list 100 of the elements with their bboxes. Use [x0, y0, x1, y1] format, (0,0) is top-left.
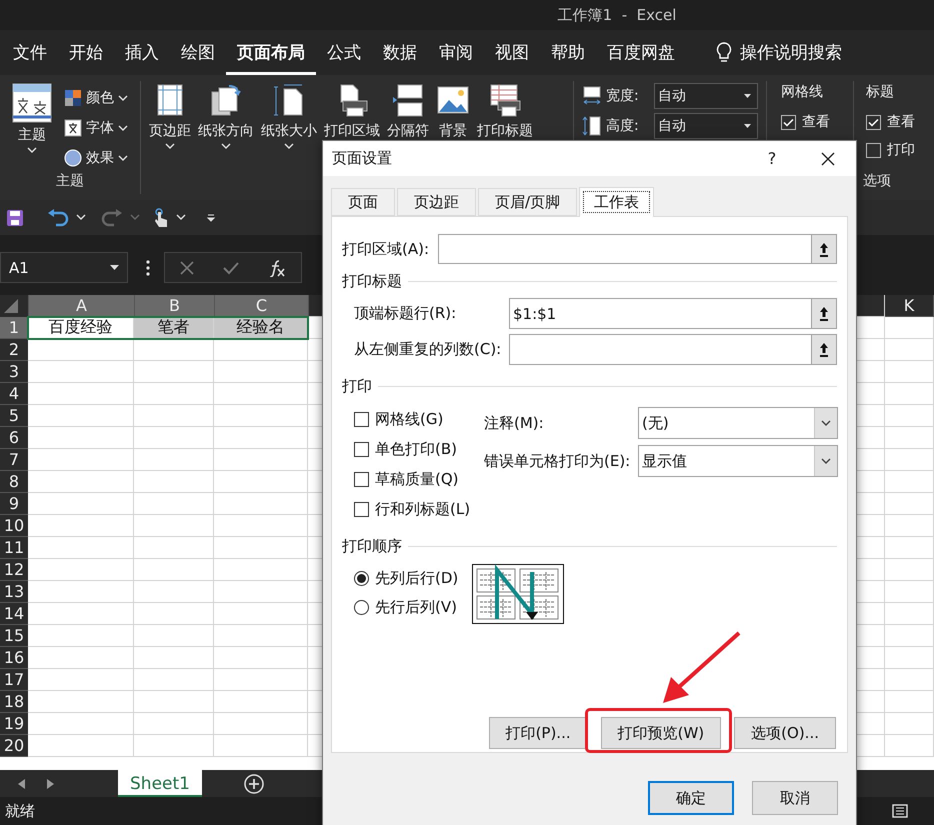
dialog-button[interactable]: 确定 [648, 781, 734, 815]
dialog-button[interactable]: 打印预览(W) [600, 717, 722, 749]
range-field[interactable]: $1:$1 [509, 298, 811, 329]
normal-view-icon[interactable] [892, 804, 908, 818]
height-arrows-icon [582, 115, 602, 137]
scale-dropdown[interactable]: 自动 [654, 113, 758, 139]
dialog-button[interactable]: 打印(P)... [488, 717, 588, 749]
dropdown[interactable]: 显示值 [638, 445, 838, 477]
column-header[interactable]: K [885, 295, 934, 317]
save-icon[interactable] [6, 208, 24, 226]
select-all-corner[interactable] [0, 295, 29, 317]
row-header[interactable]: 8 [0, 471, 28, 493]
row-header[interactable]: 6 [0, 427, 28, 449]
checkbox[interactable] [781, 114, 796, 130]
row-header[interactable]: 9 [0, 493, 28, 515]
name-box[interactable]: A1 [0, 252, 128, 283]
effects-circle-icon [64, 149, 82, 167]
function-icon[interactable] [268, 258, 286, 276]
dialog-tab[interactable]: 页眉/页脚 [478, 188, 578, 216]
column-header[interactable]: A [29, 295, 135, 317]
checkbox[interactable] [866, 114, 881, 130]
row-header[interactable]: 7 [0, 449, 28, 471]
row-header[interactable]: 19 [0, 713, 28, 735]
next-sheet-icon[interactable] [46, 778, 54, 788]
ribbon-tab[interactable]: 视图 [484, 30, 540, 75]
collapse-button[interactable] [811, 334, 837, 365]
ribbon-tab[interactable]: 开始 [58, 30, 114, 75]
section-title: 打印 [342, 376, 372, 396]
checkbox-label: 网格线(G) [375, 410, 444, 428]
dialog-button[interactable]: 选项(O)... [734, 717, 836, 749]
row-header[interactable]: 11 [0, 537, 28, 559]
collapse-button[interactable] [811, 298, 837, 329]
checkbox[interactable] [354, 442, 369, 456]
range-field[interactable] [438, 234, 811, 264]
row-header[interactable]: 1 [0, 317, 28, 339]
dropdown[interactable]: (无) [638, 407, 838, 439]
group-label: 主题 [56, 172, 84, 191]
row-header[interactable]: 14 [0, 603, 28, 625]
theme-option-button[interactable]: 颜色 [62, 85, 130, 111]
checkbox[interactable] [354, 412, 369, 426]
touch-hand-icon[interactable] [152, 208, 170, 228]
row-header[interactable]: 18 [0, 691, 28, 713]
row-header[interactable]: 12 [0, 559, 28, 581]
themes-button[interactable]: 主题 [10, 81, 54, 172]
theme-option-button[interactable]: 效果 [62, 145, 130, 171]
ribbon-button[interactable]: 页边距 [147, 81, 193, 194]
chevron-icon [118, 154, 128, 162]
ribbon-tab[interactable]: 公式 [316, 30, 372, 75]
row-header[interactable]: 13 [0, 581, 28, 603]
ribbon-tab[interactable]: 文件 [2, 30, 58, 75]
column-header[interactable]: B [135, 295, 215, 317]
add-sheet-icon[interactable] [244, 774, 264, 794]
row-header[interactable]: 5 [0, 405, 28, 427]
checkbox[interactable] [866, 142, 881, 158]
search-label[interactable]: 操作说明搜索 [740, 41, 842, 64]
radio-button[interactable] [354, 570, 369, 586]
row-header[interactable]: 3 [0, 361, 28, 383]
ribbon-tab[interactable]: 百度网盘 [596, 30, 686, 75]
ribbon-tab[interactable]: 数据 [372, 30, 428, 75]
chevron-icon [27, 147, 37, 154]
dialog-tab[interactable]: 工作表 [579, 187, 654, 217]
help-button[interactable]: ? [744, 149, 800, 168]
checkbox[interactable] [354, 472, 369, 486]
ribbon-tab[interactable]: 插入 [114, 30, 170, 75]
range-field[interactable] [509, 334, 811, 365]
undo-icon[interactable] [46, 208, 70, 226]
previous-sheet-icon[interactable] [18, 778, 26, 788]
ribbon-tab[interactable]: 绘图 [170, 30, 226, 75]
redo-icon[interactable] [100, 208, 124, 226]
ribbon-button[interactable]: 纸张大小 [259, 81, 319, 194]
dialog-tab[interactable]: 页面 [331, 188, 395, 216]
check-icon[interactable] [222, 260, 239, 274]
row-header[interactable]: 16 [0, 647, 28, 669]
row-header[interactable]: 17 [0, 669, 28, 691]
ribbon-button[interactable]: 纸张方向 [196, 81, 256, 194]
column-header[interactable]: C [215, 295, 309, 317]
row-header[interactable]: 4 [0, 383, 28, 405]
row-header[interactable]: 15 [0, 625, 28, 647]
ribbon-tab[interactable]: 页面布局 [226, 30, 316, 75]
width-arrows-icon [582, 85, 602, 107]
cancel-icon[interactable] [180, 260, 194, 274]
field-label: 从左侧重复的列数(C): [354, 340, 502, 359]
collapse-button[interactable] [811, 234, 837, 264]
theme-option-button[interactable]: 字体 [62, 115, 130, 141]
checkbox[interactable] [354, 502, 369, 516]
dialog-button[interactable]: 取消 [752, 781, 838, 815]
customize-icon[interactable] [206, 212, 216, 222]
row-header[interactable]: 20 [0, 735, 28, 757]
up-arrow-icon [819, 306, 829, 321]
ribbon-tab[interactable]: 审阅 [428, 30, 484, 75]
color-squares-icon [64, 89, 82, 107]
sheet-tab[interactable]: Sheet1 [118, 770, 202, 797]
scale-dropdown[interactable]: 自动 [654, 83, 758, 109]
status-text: 就绪 [5, 802, 35, 820]
ribbon-tab[interactable]: 帮助 [540, 30, 596, 75]
radio-button[interactable] [354, 600, 369, 614]
row-header[interactable]: 2 [0, 339, 28, 361]
table-cell: 经验名 [214, 317, 308, 339]
row-header[interactable]: 10 [0, 515, 28, 537]
dialog-tab[interactable]: 页边距 [397, 188, 476, 216]
